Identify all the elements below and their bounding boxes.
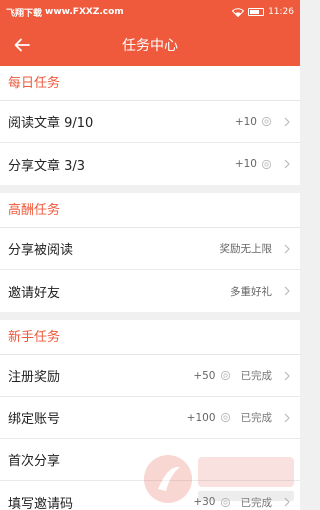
reward-value: +30 [193, 496, 216, 508]
chevron-right-icon [284, 159, 290, 169]
task-row-register[interactable]: 注册奖励 +50 已完成 [0, 355, 300, 397]
newbie-tasks-section: 新手任务 注册奖励 +50 已完成 绑定账号 +100 已完成 首次分享 填写邀… [0, 320, 300, 510]
reward-value: 奖励无上限 [219, 243, 273, 255]
task-row-read-article[interactable]: 阅读文章 9/10 +10 [0, 101, 300, 143]
back-button[interactable] [10, 33, 34, 57]
wifi-icon [232, 7, 245, 17]
high-reward-section: 高酬任务 分享被阅读 奖励无上限 邀请好友 多重好礼 [0, 193, 300, 312]
task-label: 首次分享 [8, 454, 61, 469]
task-row-invite-code[interactable]: 填写邀请码 +30 已完成 [0, 481, 300, 510]
battery-icon [248, 8, 265, 16]
daily-tasks-section: 每日任务 阅读文章 9/10 +10 分享文章 3/3 +10 [0, 66, 300, 185]
section-title-newbie: 新手任务 [0, 320, 300, 355]
coin-icon [220, 497, 230, 507]
task-label: 绑定账号 [8, 412, 61, 427]
reward-value: +50 [193, 369, 216, 382]
task-label: 分享被阅读 [8, 243, 74, 258]
watermark-url: www.FXXZ.com [45, 7, 124, 17]
task-row-first-share[interactable]: 首次分享 [0, 439, 300, 481]
status-completed: 已完成 [240, 496, 273, 509]
chevron-right-icon [284, 117, 290, 126]
reward-value: +10 [234, 115, 257, 128]
chevron-right-icon [284, 371, 290, 380]
chevron-right-icon [284, 286, 290, 296]
task-row-bind-account[interactable]: 绑定账号 +100 已完成 [0, 397, 300, 439]
task-list: 每日任务 阅读文章 9/10 +10 分享文章 3/3 +10 高酬任务 分享被… [0, 66, 300, 510]
task-label: 注册奖励 [8, 370, 61, 385]
reward-value: +10 [234, 158, 257, 170]
task-row-invite-friends[interactable]: 邀请好友 多重好礼 [0, 270, 300, 312]
coin-icon [220, 412, 230, 423]
clock: 11:26 [268, 7, 294, 17]
page-title: 任务中心 [122, 38, 178, 54]
task-label: 邀请好友 [8, 285, 61, 301]
task-row-share-article[interactable]: 分享文章 3/3 +10 [0, 143, 300, 185]
status-completed: 已完成 [240, 370, 273, 382]
status-bar: 飞翔下载 www.FXXZ.com 11:26 [0, 0, 300, 24]
task-label: 分享文章 3/3 [8, 158, 86, 174]
watermark-text: 飞翔下载 [6, 8, 43, 19]
task-row-share-read[interactable]: 分享被阅读 奖励无上限 [0, 228, 300, 270]
chevron-right-icon [284, 413, 290, 422]
section-title-high: 高酬任务 [0, 193, 300, 228]
coin-icon [261, 159, 272, 169]
reward-value: +100 [186, 411, 216, 424]
arrow-left-icon [14, 38, 30, 52]
coin-icon [220, 370, 230, 381]
reward-value: 多重好礼 [230, 285, 272, 298]
task-label: 填写邀请码 [8, 496, 74, 510]
chevron-right-icon [284, 244, 290, 253]
app-bar: 任务中心 [0, 24, 300, 66]
chevron-right-icon [284, 497, 290, 507]
status-completed: 已完成 [240, 412, 273, 424]
task-label: 阅读文章 9/10 [8, 116, 94, 131]
coin-icon [261, 116, 272, 127]
section-title-daily: 每日任务 [0, 66, 300, 101]
